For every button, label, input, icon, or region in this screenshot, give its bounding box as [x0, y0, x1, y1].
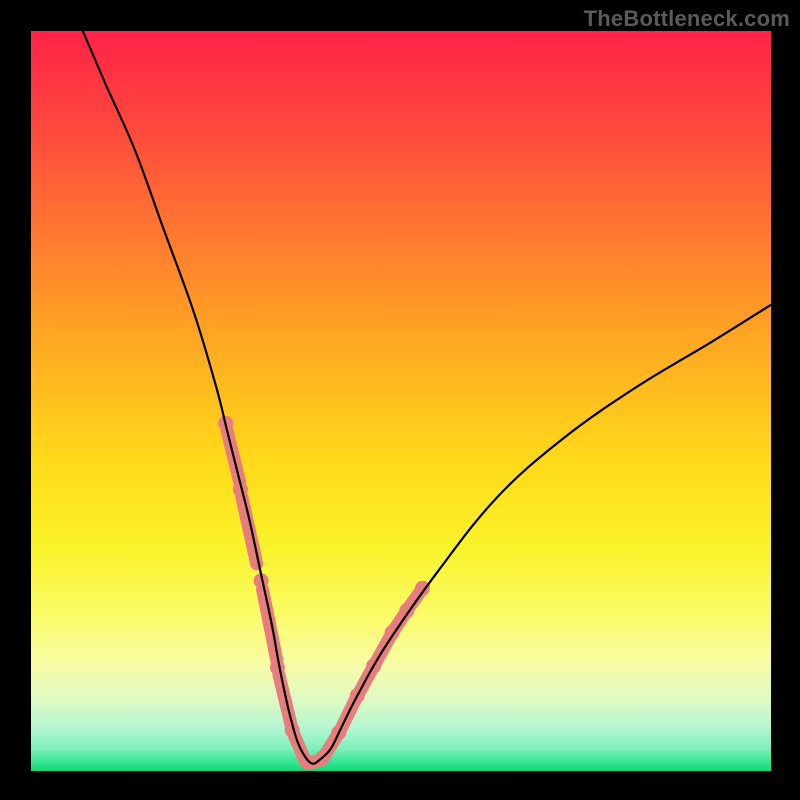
- watermark: TheBottleneck.com: [584, 6, 790, 32]
- highlight-dot: [300, 755, 315, 770]
- highlight-segment: [279, 675, 292, 727]
- highlight-layer: [218, 416, 430, 770]
- chart-svg: [31, 31, 771, 771]
- highlight-segment: [263, 590, 277, 660]
- highlight-dot: [270, 660, 285, 675]
- plot-area: [31, 31, 771, 771]
- bottleneck-curve: [83, 31, 771, 764]
- highlight-segment: [242, 497, 257, 564]
- chart-container: { "watermark": "TheBottleneck.com", "cha…: [0, 0, 800, 800]
